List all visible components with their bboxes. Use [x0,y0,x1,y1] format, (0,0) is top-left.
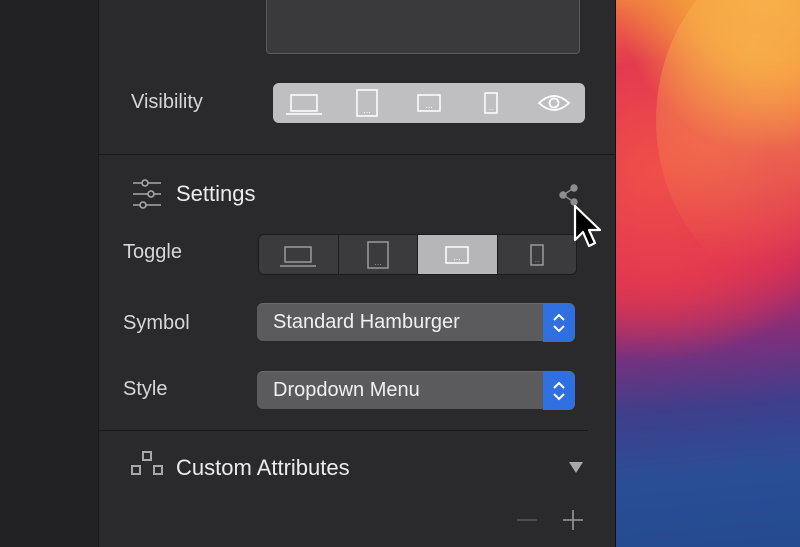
section-divider [98,154,615,155]
sliders-icon [133,179,161,209]
visibility-desktop-option[interactable] [273,83,335,123]
visibility-label: Visibility [131,91,203,113]
landscape-phone-icon: ... [417,94,441,112]
minus-icon[interactable] [515,509,539,533]
svg-text:...: ... [453,253,461,262]
toggle-label: Toggle [123,241,182,263]
share-icon[interactable] [558,184,580,206]
select-stepper-icon [543,304,575,342]
symbol-label: Symbol [123,312,190,334]
custom-attributes-title: Custom Attributes [176,455,350,480]
visibility-landscape-phone-option[interactable]: ... [398,83,460,123]
eye-icon [537,95,571,111]
toggle-desktop-option[interactable] [259,235,339,274]
tablet-icon: ... [367,240,389,269]
toggle-segmented-control[interactable]: ... ... .. [258,234,577,275]
visibility-preview-option[interactable] [523,83,585,123]
symbol-select[interactable]: Standard Hamburger [257,303,575,342]
mouse-cursor-icon [573,204,602,248]
visibility-tablet-option[interactable]: ... [335,83,397,123]
toggle-tablet-option[interactable]: ... [339,235,418,274]
phone-icon: .. [484,92,499,114]
settings-title: Settings [176,181,256,206]
toggle-phone-option[interactable]: .. [498,235,577,274]
style-label: Style [123,378,168,400]
style-select-value: Dropdown Menu [273,379,420,401]
landscape-phone-icon: ... [445,245,469,264]
svg-text:..: .. [489,104,493,112]
section-divider [98,430,588,431]
symbol-select-value: Standard Hamburger [273,311,460,333]
tablet-icon: ... [355,89,378,117]
desktop-icon [286,94,323,115]
left-sidebar-strip [0,0,98,547]
toggle-landscape-phone-option[interactable]: ... [418,235,498,274]
desktop-icon [280,245,317,267]
phone-icon: .. [530,243,544,266]
blocks-icon [131,451,163,475]
desktop-wallpaper [615,0,800,547]
svg-text:...: ... [363,106,371,115]
triangle-down-icon[interactable] [568,460,584,474]
svg-text:..: .. [535,256,539,264]
style-select[interactable]: Dropdown Menu [257,371,575,410]
visibility-segmented-control[interactable]: ... ... .. [273,83,585,123]
plus-icon[interactable] [561,508,585,532]
text-area[interactable] [266,0,580,54]
svg-text:...: ... [425,101,433,110]
svg-text:...: ... [374,258,382,267]
visibility-phone-option[interactable]: .. [460,83,522,123]
select-stepper-icon [543,372,575,410]
